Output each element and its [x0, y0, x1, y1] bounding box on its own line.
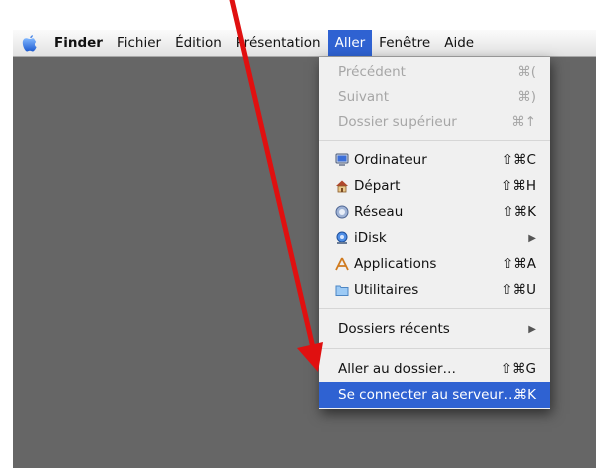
go-menu-dropdown: Précédent ⌘( Suivant ⌘) Dossier supérieu… — [319, 57, 550, 409]
menu-fenetre[interactable]: Fenêtre — [372, 30, 437, 56]
menu-item-computer[interactable]: Ordinateur ⇧⌘C — [319, 147, 550, 173]
menu-item-home[interactable]: Départ ⇧⌘H — [319, 173, 550, 199]
menu-item-recent-folders[interactable]: Dossiers récents ▶ — [319, 316, 550, 342]
shortcut-label: ⇧⌘A — [501, 256, 536, 272]
menu-presentation[interactable]: Présentation — [229, 30, 328, 56]
menu-item-label: Aller au dossier… — [338, 361, 457, 377]
menu-aller[interactable]: Aller — [327, 30, 373, 56]
menu-item-previous[interactable]: Précédent ⌘( — [319, 59, 550, 85]
menu-item-label: Dossier supérieur — [338, 114, 457, 130]
shortcut-label: ⇧⌘U — [501, 282, 536, 298]
menu-item-label: Dossiers récents — [338, 321, 450, 337]
menu-item-label: Ordinateur — [354, 152, 427, 168]
screenshot-frame: Finder Fichier Édition Présentation Alle… — [0, 0, 596, 468]
computer-icon — [335, 153, 349, 167]
idisk-icon — [335, 231, 349, 245]
menu-item-go-to-folder[interactable]: Aller au dossier… ⇧⌘G — [319, 356, 550, 382]
menu-bar: Finder Fichier Édition Présentation Alle… — [13, 30, 596, 57]
menu-item-connect-to-server[interactable]: Se connecter au serveur… ⌘K — [319, 382, 550, 408]
home-icon — [335, 179, 349, 193]
menu-separator — [319, 348, 550, 349]
shortcut-label: ⌘) — [517, 89, 536, 105]
menu-item-label: Réseau — [354, 204, 404, 220]
shortcut-label: ⇧⌘H — [501, 178, 536, 194]
menu-item-next[interactable]: Suivant ⌘) — [319, 84, 550, 110]
shortcut-label: ⇧⌘G — [500, 361, 536, 377]
applications-icon — [335, 257, 349, 271]
menu-item-applications[interactable]: Applications ⇧⌘A — [319, 251, 550, 277]
menu-item-idisk[interactable]: iDisk ▶ — [319, 225, 550, 251]
utilities-folder-icon — [335, 283, 349, 297]
menu-separator — [319, 308, 550, 309]
menu-item-label: Se connecter au serveur… — [338, 387, 518, 403]
menu-item-label: Précédent — [338, 64, 406, 80]
shortcut-label: ⇧⌘C — [501, 152, 536, 168]
menu-item-label: Départ — [354, 178, 401, 194]
shortcut-label: ⌘K — [513, 387, 536, 403]
shortcut-label: ⌘↑ — [511, 114, 536, 130]
menu-item-label: Utilitaires — [354, 282, 419, 298]
menu-item-utilities[interactable]: Utilitaires ⇧⌘U — [319, 277, 550, 303]
menu-separator — [319, 140, 550, 141]
menu-item-enclosing-folder[interactable]: Dossier supérieur ⌘↑ — [319, 109, 550, 135]
menu-item-label: Suivant — [338, 89, 389, 105]
submenu-arrow-icon: ▶ — [528, 323, 536, 335]
submenu-arrow-icon: ▶ — [528, 232, 536, 244]
menu-item-network[interactable]: Réseau ⇧⌘K — [319, 199, 550, 225]
menu-aide[interactable]: Aide — [437, 30, 481, 56]
menu-edition[interactable]: Édition — [168, 30, 229, 56]
shortcut-label: ⌘( — [517, 64, 536, 80]
menu-item-label: Applications — [354, 256, 437, 272]
menu-item-label: iDisk — [354, 230, 387, 246]
menu-fichier[interactable]: Fichier — [110, 30, 168, 56]
apple-icon[interactable] — [13, 30, 47, 56]
shortcut-label: ⇧⌘K — [502, 204, 536, 220]
menu-finder[interactable]: Finder — [47, 30, 110, 56]
network-icon — [335, 205, 349, 219]
